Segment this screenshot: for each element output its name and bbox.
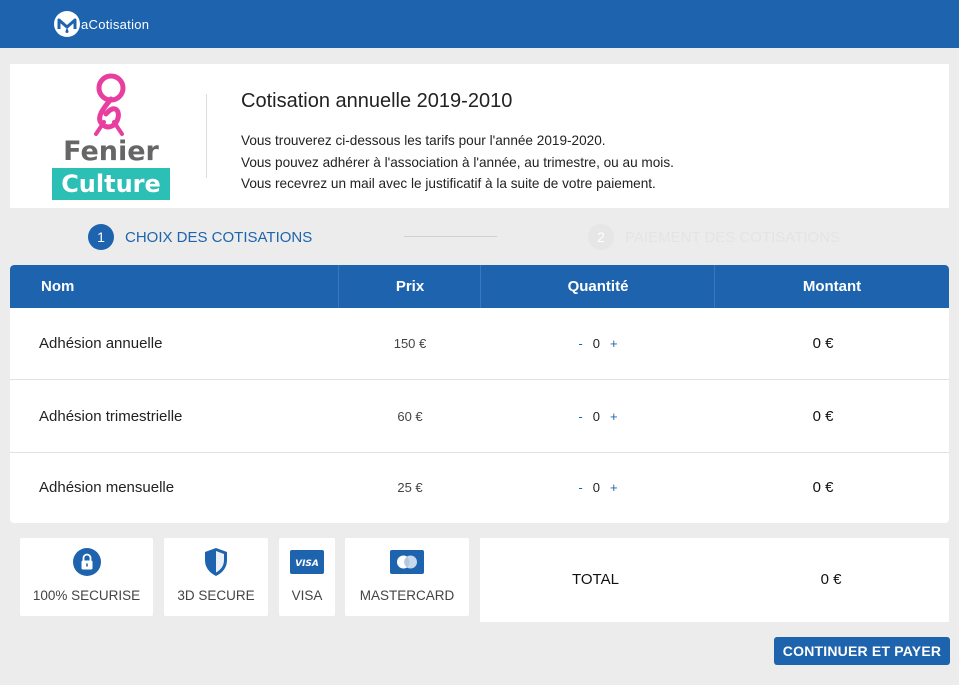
checkout-stepper: 1 CHOIX DES COTISATIONS 2 PAIEMENT DES C…: [0, 222, 959, 252]
column-header-nom: Nom: [41, 278, 75, 295]
page-title: Cotisation annuelle 2019-2010: [241, 90, 513, 112]
intro-line: Vous recevrez un mail avec le justificat…: [241, 176, 656, 191]
step-connector: [404, 236, 497, 237]
table-row: Adhésion trimestrielle 60 € -0 + 0 €: [10, 380, 949, 453]
badge-3d-secure: 3D SECURE: [164, 538, 268, 616]
badge-mastercard: MASTERCARD: [345, 538, 469, 616]
intro-line: Vous pouvez adhérer à l'association à l'…: [241, 154, 674, 170]
logo-text-culture: Culture: [61, 170, 161, 198]
decrement-button[interactable]: -: [572, 409, 588, 424]
quantity-stepper: -0 +: [480, 453, 716, 523]
continue-and-pay-button[interactable]: CONTINUER ET PAYER: [774, 637, 950, 665]
total-value: 0 €: [820, 571, 842, 588]
increment-button[interactable]: +: [604, 480, 624, 495]
increment-button[interactable]: +: [604, 409, 624, 424]
top-bar: aCotisation: [0, 0, 959, 48]
column-header-montant: Montant: [802, 278, 862, 295]
quantity-stepper: -0 +: [480, 380, 716, 453]
row-name: Adhésion mensuelle: [39, 479, 175, 496]
macotisation-logo-icon: [54, 11, 80, 37]
quantity-value: 0: [592, 480, 600, 495]
total-card: TOTAL 0 €: [480, 538, 949, 622]
fenier-culture-logo: Fenier Culture: [52, 73, 170, 200]
row-name: Adhésion annuelle: [39, 335, 163, 352]
row-amount: 0 €: [812, 479, 834, 496]
column-header-prix: Prix: [395, 278, 425, 295]
step-paiement-cotisations: 2 PAIEMENT DES COTISATIONS: [588, 222, 840, 252]
badge-label: VISA: [291, 588, 323, 603]
table-row: Adhésion mensuelle 25 € -0 + 0 €: [10, 453, 949, 523]
quantity-value: 0: [592, 336, 600, 351]
row-amount: 0 €: [812, 408, 834, 425]
table-header: Nom Prix Quantité Montant: [10, 265, 949, 308]
mastercard-icon: [390, 548, 424, 576]
visa-card-icon: VISA: [290, 548, 324, 576]
row-price: 150 €: [393, 336, 427, 351]
badge-label: 100% SECURISE: [32, 588, 141, 603]
step-number: 2: [588, 224, 614, 250]
badge-visa: VISA VISA: [279, 538, 335, 616]
row-price: 25 €: [397, 480, 423, 495]
intro-card: Fenier Culture Cotisation annuelle 2019-…: [10, 64, 949, 208]
badge-label: 3D SECURE: [177, 588, 255, 603]
step-label: PAIEMENT DES COTISATIONS: [625, 228, 841, 246]
decrement-button[interactable]: -: [572, 480, 588, 495]
svg-text:VISA: VISA: [295, 559, 319, 569]
decrement-button[interactable]: -: [572, 336, 588, 351]
column-divider: [714, 265, 715, 308]
step-label: CHOIX DES COTISATIONS: [125, 228, 313, 246]
app-brand[interactable]: aCotisation: [54, 10, 149, 38]
app-brand-name: aCotisation: [81, 16, 150, 32]
lock-icon: [72, 548, 101, 576]
intro-line: Vous trouverez ci-dessous les tarifs pou…: [241, 133, 606, 148]
step-number: 1: [88, 224, 114, 250]
badge-securise: 100% SECURISE: [20, 538, 153, 616]
logo-text-fenier: Fenier: [63, 136, 159, 167]
intro-divider: [206, 94, 207, 178]
table-row: Adhésion annuelle 150 € -0 + 0 €: [10, 308, 949, 380]
quantity-value: 0: [592, 409, 600, 424]
step-choix-cotisations[interactable]: 1 CHOIX DES COTISATIONS: [88, 222, 312, 252]
cotisations-table: Nom Prix Quantité Montant Adhésion annue…: [10, 265, 949, 523]
column-header-quantite: Quantité: [567, 278, 629, 295]
row-price: 60 €: [397, 409, 423, 424]
badge-label: MASTERCARD: [359, 588, 455, 603]
shield-icon: [203, 548, 229, 576]
ribbon-icon: [94, 73, 126, 136]
quantity-stepper: -0 +: [480, 308, 716, 380]
intro-text: Vous trouverez ci-dessous les tarifs pou…: [241, 130, 674, 195]
total-label: TOTAL: [572, 571, 619, 588]
column-divider: [338, 265, 339, 308]
row-name: Adhésion trimestrielle: [39, 408, 183, 425]
row-amount: 0 €: [812, 335, 834, 352]
increment-button[interactable]: +: [604, 336, 624, 351]
